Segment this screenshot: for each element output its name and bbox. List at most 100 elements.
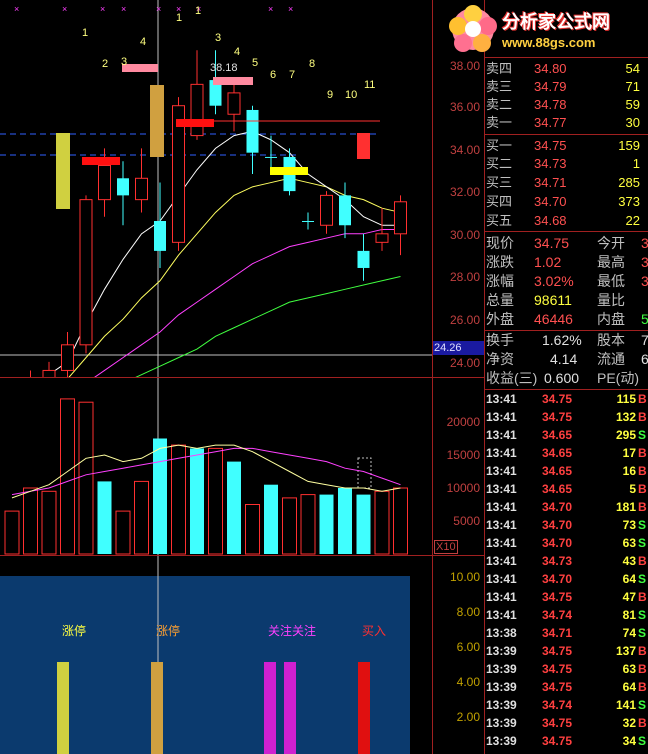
order-row[interactable]: 卖四 34.80 54 (486, 60, 648, 77)
trade-row[interactable]: 13:41 34.75 47 B (486, 589, 648, 606)
crosshair-price-marker: 24.26 (432, 341, 484, 355)
candle-body (246, 109, 259, 153)
order-row[interactable]: 买三 34.71 285 (486, 174, 648, 191)
y-tick: 6.00 (456, 640, 480, 654)
stat-row: 总量 98611 量比 (486, 292, 625, 308)
top-marker: × (100, 4, 105, 14)
candle-body (357, 250, 370, 268)
y-tick: 30.00 (449, 228, 480, 242)
signal-bar-yellow (57, 662, 69, 754)
stat-row: 现价 34.75 今开 3 (486, 235, 648, 251)
trade-row[interactable]: 13:41 34.70 63 S (486, 535, 648, 552)
stat-row: 涨跌 1.02 最高 3 (486, 254, 648, 270)
trade-row[interactable]: 13:41 34.73 43 B (486, 553, 648, 570)
y-tick: 24.00 (449, 356, 480, 370)
y-tick: 2.00 (456, 710, 480, 724)
volume-bar (4, 510, 20, 555)
volume-chart[interactable] (0, 378, 432, 556)
divider (484, 57, 648, 58)
flower-logo-icon (449, 5, 497, 52)
trade-row[interactable]: 13:39 34.75 34 S (486, 733, 648, 750)
annotation: 2 (102, 58, 109, 70)
stat-row: 涨幅 3.02% 最低 3 (486, 273, 648, 289)
y-tick: 32.00 (449, 185, 480, 199)
candle-body (302, 220, 314, 222)
volume-bar (245, 504, 260, 555)
volume-bar (338, 488, 352, 554)
candle-body (320, 194, 333, 226)
trade-row[interactable]: 13:39 34.75 32 B (486, 715, 648, 732)
volume-bar (356, 494, 371, 554)
trade-row[interactable]: 13:39 34.75 137 B (486, 643, 648, 660)
candle-body (117, 178, 129, 196)
volume-bar (190, 448, 204, 554)
annotation: 5 (252, 57, 259, 69)
trade-row[interactable]: 13:41 34.75 132 B (486, 409, 648, 426)
annotation: 1 (82, 27, 89, 39)
order-row[interactable]: 买一 34.75 159 (486, 137, 648, 154)
y-tick: 15000 (446, 448, 480, 462)
trade-row[interactable]: 13:41 34.75 115 B (486, 391, 648, 408)
trade-row[interactable]: 13:41 34.65 295 S (486, 427, 648, 444)
order-row[interactable]: 卖二 34.78 59 (486, 96, 648, 113)
volume-bar (374, 490, 390, 555)
order-row[interactable]: 买二 34.73 1 (486, 155, 648, 172)
trade-row[interactable]: 13:39 34.75 63 B (486, 661, 648, 678)
trade-row[interactable]: 13:38 34.71 74 S (486, 625, 648, 642)
candle-body (154, 220, 166, 251)
volume-bar (319, 494, 334, 554)
volume-bar (134, 480, 149, 555)
volume-bar (264, 484, 278, 554)
pane-divider (0, 377, 484, 378)
volume-bar (227, 461, 241, 554)
logo-title: 分析家公式网 (502, 12, 610, 32)
trade-row[interactable]: 13:41 34.70 73 S (486, 517, 648, 534)
divider (484, 231, 648, 232)
annotation: 1 (176, 12, 183, 24)
trade-row[interactable]: 13:41 34.65 16 B (486, 463, 648, 480)
y-tick: 20000 (446, 415, 480, 429)
volume-bar (60, 398, 75, 555)
signal-label-limit-up: 涨停 (62, 624, 87, 638)
volume-bar (78, 401, 94, 555)
trade-row[interactable]: 13:41 34.65 17 B (486, 445, 648, 462)
candle-body (394, 201, 407, 235)
y-tick: 28.00 (449, 270, 480, 284)
flag-red (82, 157, 120, 165)
annotation: 8 (309, 58, 316, 70)
candle-body (98, 164, 111, 201)
order-row[interactable]: 卖三 34.79 71 (486, 78, 648, 95)
signal-label-watch: 关注关注 (268, 624, 317, 638)
annotation: 3 (121, 56, 128, 68)
flag-pink (122, 64, 158, 72)
trade-row[interactable]: 13:41 34.74 81 S (486, 607, 648, 624)
high-price-label: 38.18 (210, 62, 238, 74)
signal-chart[interactable] (0, 556, 432, 754)
trade-row[interactable]: 13:39 34.75 64 B (486, 679, 648, 696)
trade-row[interactable]: 13:41 34.70 181 B (486, 499, 648, 516)
divider (484, 134, 648, 135)
flag-yellow (270, 167, 308, 175)
order-row[interactable]: 买五 34.68 22 (486, 212, 648, 229)
candle-body (227, 92, 241, 115)
volume-unit: X10 (434, 540, 458, 554)
site-logo: 分析家公式网 www.88gs.com (448, 2, 648, 56)
order-row[interactable]: 买四 34.70 373 (486, 193, 648, 210)
y-tick: 4.00 (456, 675, 480, 689)
trade-row[interactable]: 13:41 34.65 5 B (486, 481, 648, 498)
volume-bar (282, 497, 297, 555)
kline-chart[interactable]: × × × × × × × × × (0, 0, 432, 378)
trade-row[interactable]: 13:41 34.70 64 S (486, 571, 648, 588)
y-tick: 5000 (453, 514, 480, 528)
divider (484, 389, 648, 390)
volume-bar (97, 481, 112, 554)
trade-row[interactable]: 13:39 34.74 141 S (486, 697, 648, 714)
signal-label-buy: 买入 (362, 624, 387, 638)
volume-bar (23, 487, 38, 555)
flag-pink (213, 77, 253, 85)
candle-body (190, 83, 204, 137)
signal-bar-red (357, 133, 370, 159)
order-row[interactable]: 卖一 34.77 30 (486, 114, 648, 131)
annotation: 6 (270, 69, 277, 81)
signal-bar-red (358, 662, 370, 754)
